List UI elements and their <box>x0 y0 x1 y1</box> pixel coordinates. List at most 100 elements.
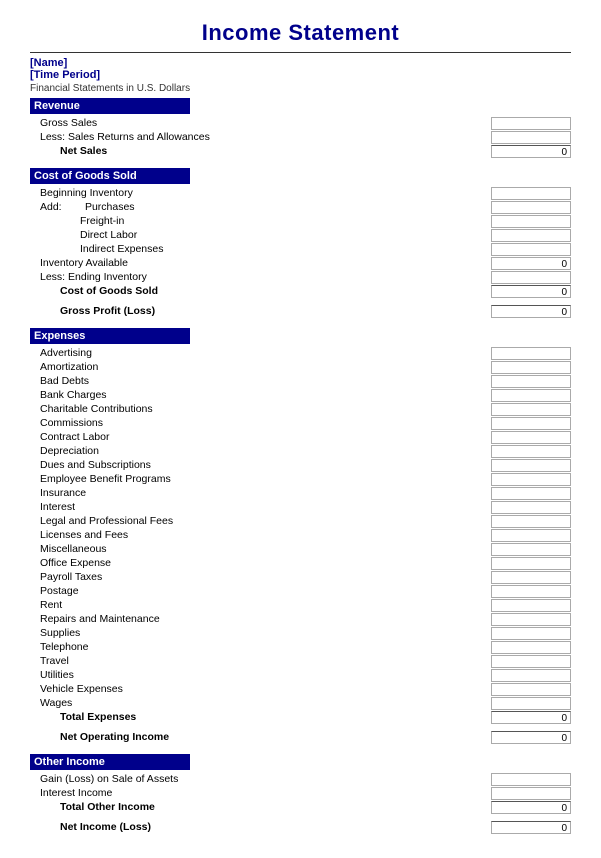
net-op-income-value[interactable]: 0 <box>491 731 571 744</box>
dues-input[interactable] <box>491 459 571 472</box>
cogs-total-row: Cost of Goods Sold <box>30 284 476 298</box>
expenses-header: Expenses <box>30 328 190 344</box>
indirect-exp-input[interactable] <box>491 243 571 256</box>
ending-inventory-input[interactable] <box>491 271 571 284</box>
licenses-input[interactable] <box>491 529 571 542</box>
net-sales-value[interactable]: 0 <box>491 145 571 158</box>
repairs-input[interactable] <box>491 613 571 626</box>
employee-benefit-row: Employee Benefit Programs <box>30 472 476 486</box>
payroll-taxes-input[interactable] <box>491 571 571 584</box>
net-income-row: Net Income (Loss) <box>30 820 476 834</box>
office-expense-row: Office Expense <box>30 556 476 570</box>
rent-row: Rent <box>30 598 476 612</box>
legal-input[interactable] <box>491 515 571 528</box>
bank-charges-label: Bank Charges <box>30 389 476 401</box>
utilities-label: Utilities <box>30 669 476 681</box>
total-other-income-value[interactable]: 0 <box>491 801 571 814</box>
contract-labor-input[interactable] <box>491 431 571 444</box>
commissions-label: Commissions <box>30 417 476 429</box>
page-title: Income Statement <box>30 20 571 46</box>
dues-row: Dues and Subscriptions <box>30 458 476 472</box>
amortization-label: Amortization <box>30 361 476 373</box>
direct-labor-input[interactable] <box>491 229 571 242</box>
cogs-content: Beginning Inventory Add: Purchases Freig… <box>30 186 571 324</box>
inv-available-row: Inventory Available <box>30 256 476 270</box>
direct-labor-label: Direct Labor <box>30 229 476 241</box>
time-period: [Time Period] <box>30 69 571 81</box>
revenue-content: Gross Sales Less: Sales Returns and Allo… <box>30 116 571 164</box>
insurance-label: Insurance <box>30 487 476 499</box>
purchases-input[interactable] <box>491 201 571 214</box>
rent-input[interactable] <box>491 599 571 612</box>
depreciation-input[interactable] <box>491 445 571 458</box>
insurance-input[interactable] <box>491 487 571 500</box>
gain-loss-label: Gain (Loss) on Sale of Assets <box>30 773 476 785</box>
expenses-section: Expenses Advertising Amortization Bad De… <box>30 328 571 750</box>
advertising-row: Advertising <box>30 346 476 360</box>
telephone-row: Telephone <box>30 640 476 654</box>
supplies-row: Supplies <box>30 626 476 640</box>
gain-loss-input[interactable] <box>491 773 571 786</box>
interest-income-input[interactable] <box>491 787 571 800</box>
dues-label: Dues and Subscriptions <box>30 459 476 471</box>
licenses-label: Licenses and Fees <box>30 529 476 541</box>
net-sales-label: Net Sales <box>30 145 476 157</box>
amortization-input[interactable] <box>491 361 571 374</box>
gain-loss-row: Gain (Loss) on Sale of Assets <box>30 772 476 786</box>
gross-sales-row: Gross Sales <box>30 116 476 130</box>
interest-label: Interest <box>30 501 476 513</box>
net-sales-value-row: 0 <box>476 144 571 158</box>
vehicle-input[interactable] <box>491 683 571 696</box>
supplies-input[interactable] <box>491 627 571 640</box>
indirect-exp-row: Indirect Expenses <box>30 242 476 256</box>
cogs-header: Cost of Goods Sold <box>30 168 190 184</box>
postage-input[interactable] <box>491 585 571 598</box>
utilities-row: Utilities <box>30 668 476 682</box>
revenue-labels: Gross Sales Less: Sales Returns and Allo… <box>30 116 476 164</box>
gross-sales-input[interactable] <box>491 117 571 130</box>
vehicle-row: Vehicle Expenses <box>30 682 476 696</box>
total-expenses-row: Total Expenses <box>30 710 476 724</box>
rent-label: Rent <box>30 599 476 611</box>
miscellaneous-row: Miscellaneous <box>30 542 476 556</box>
gross-sales-label: Gross Sales <box>30 117 476 129</box>
beg-inventory-input[interactable] <box>491 187 571 200</box>
bank-charges-input[interactable] <box>491 389 571 402</box>
net-sales-row: Net Sales <box>30 144 476 158</box>
telephone-input[interactable] <box>491 641 571 654</box>
net-income-label: Net Income (Loss) <box>30 821 476 833</box>
licenses-row: Licenses and Fees <box>30 528 476 542</box>
inv-available-value[interactable]: 0 <box>491 257 571 270</box>
office-expense-input[interactable] <box>491 557 571 570</box>
contract-labor-row: Contract Labor <box>30 430 476 444</box>
bad-debts-input[interactable] <box>491 375 571 388</box>
supplies-label: Supplies <box>30 627 476 639</box>
charitable-input[interactable] <box>491 403 571 416</box>
expenses-content: Advertising Amortization Bad Debts Bank … <box>30 346 571 750</box>
miscellaneous-input[interactable] <box>491 543 571 556</box>
interest-input[interactable] <box>491 501 571 514</box>
wages-input[interactable] <box>491 697 571 710</box>
cogs-total-value[interactable]: 0 <box>491 285 571 298</box>
less-ending-row: Less: Ending Inventory <box>30 270 476 284</box>
net-income-value[interactable]: 0 <box>491 821 571 834</box>
bank-charges-row: Bank Charges <box>30 388 476 402</box>
depreciation-label: Depreciation <box>30 445 476 457</box>
telephone-label: Telephone <box>30 641 476 653</box>
net-op-income-label: Net Operating Income <box>30 731 476 743</box>
company-name: [Name] <box>30 57 571 69</box>
expenses-values: 0 0 <box>476 346 571 750</box>
legal-label: Legal and Professional Fees <box>30 515 476 527</box>
total-expenses-label: Total Expenses <box>30 711 476 723</box>
total-expenses-value[interactable]: 0 <box>491 711 571 724</box>
cogs-section: Cost of Goods Sold Beginning Inventory A… <box>30 168 571 324</box>
travel-input[interactable] <box>491 655 571 668</box>
sales-returns-input[interactable] <box>491 131 571 144</box>
advertising-input[interactable] <box>491 347 571 360</box>
commissions-input[interactable] <box>491 417 571 430</box>
interest-row: Interest <box>30 500 476 514</box>
employee-benefit-input[interactable] <box>491 473 571 486</box>
freight-input[interactable] <box>491 215 571 228</box>
utilities-input[interactable] <box>491 669 571 682</box>
gross-profit-value[interactable]: 0 <box>491 305 571 318</box>
